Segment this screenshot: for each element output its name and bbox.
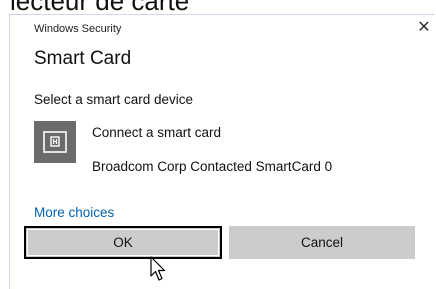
title-bar: Windows Security ✕ [10,15,435,41]
close-icon[interactable]: ✕ [413,17,435,39]
device-name: Broadcom Corp Contacted SmartCard 0 [92,159,333,174]
window-title: Windows Security [34,23,122,35]
smart-card-icon [34,121,76,163]
mouse-pointer-icon [150,256,166,281]
cancel-button[interactable]: Cancel [229,226,415,259]
more-choices-link[interactable]: More choices [34,205,114,220]
dialog-heading: Smart Card [34,48,132,69]
ok-button[interactable]: OK [24,226,222,259]
smart-card-device-item[interactable]: Connect a smart card Broadcom Corp Conta… [34,121,424,187]
dialog-subtitle: Select a smart card device [34,92,194,107]
device-prompt: Connect a smart card [92,125,222,140]
